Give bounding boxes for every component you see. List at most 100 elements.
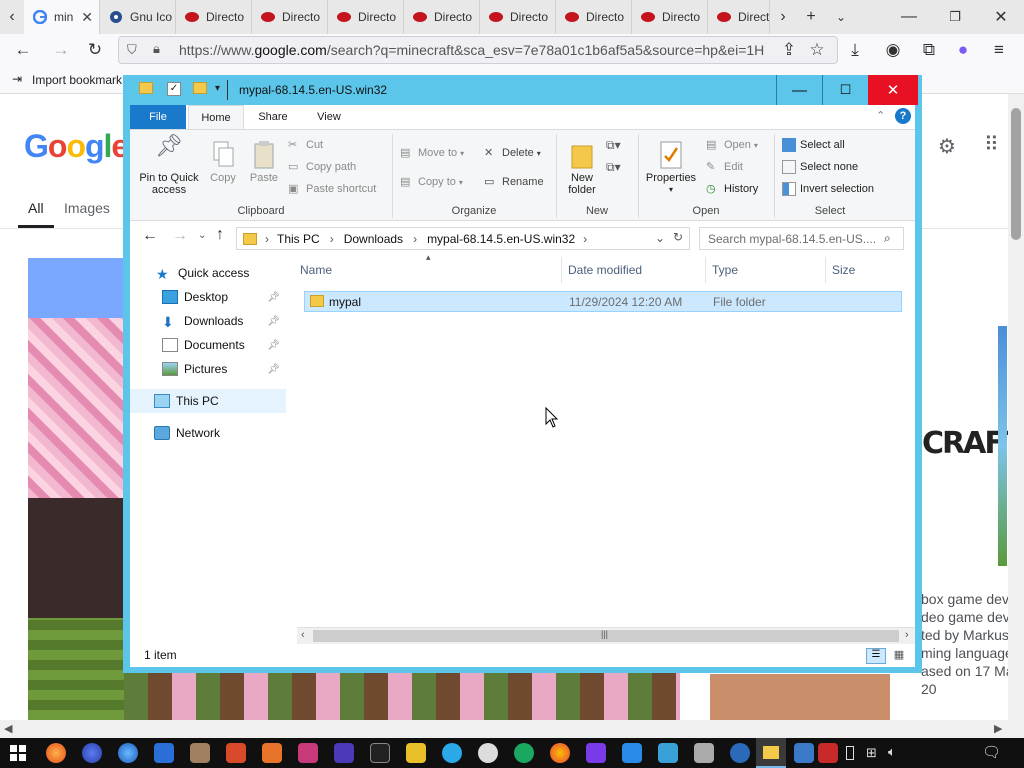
apps-grid-icon[interactable]: ⠿ [984,132,999,157]
scroll-left-icon[interactable]: ‹ [301,629,305,641]
browser-tab-directory[interactable]: Direct [708,0,770,34]
recent-locations-icon[interactable]: ⌄ [198,230,206,241]
close-window-button[interactable]: ✕ [868,75,918,105]
new-folder-button[interactable]: New folder [562,140,602,196]
nav-documents[interactable]: Documents 📌︎ [162,333,286,357]
browser-icon[interactable] [262,743,282,763]
app-icon[interactable] [478,743,498,763]
maximize-window-button[interactable]: ☐ [822,75,868,105]
rename-button[interactable]: ▭ Rename [484,175,544,189]
google-tab-images[interactable]: Images [64,200,110,216]
app-icon[interactable] [658,743,678,763]
page-horizontal-scrollbar[interactable]: ◀ ▶ [0,720,1024,738]
nav-this-pc[interactable]: This PC [130,389,286,413]
nav-quick-access[interactable]: ★ Quick access [156,261,286,285]
scrollbar-thumb[interactable]: ||| [313,629,899,642]
column-header-type[interactable]: Type [706,257,826,283]
select-all-button[interactable]: Select all [782,138,845,152]
copy-to-button[interactable]: ▤ Copy to ▾ [400,175,463,189]
nav-desktop[interactable]: Desktop 📌︎ [162,285,286,309]
browser-tab-directory[interactable]: Directo [252,0,328,34]
customize-toolbar-icon[interactable]: ▾ [215,83,220,94]
back-button[interactable]: ← [10,38,36,62]
extensions-icon[interactable]: ⧉ [916,38,942,62]
scroll-right-icon[interactable]: › [905,629,909,641]
paste-shortcut-button[interactable]: ▣ Paste shortcut [288,182,376,196]
browser-tab-directory[interactable]: Directo [480,0,556,34]
import-bookmarks-link[interactable]: Import bookmark [32,73,122,87]
breadcrumb-chevron-icon[interactable]: › [413,232,417,246]
tab-share[interactable]: Share [246,105,300,129]
notifications-icon[interactable]: 🗨︎ [982,743,1001,761]
browser-tab-directory[interactable]: Directo [404,0,480,34]
explorer-title-bar[interactable]: ✓ ▾ mypal-68.14.5.en-US.win32 — ☐ ✕ [123,75,922,105]
tab-home[interactable]: Home [188,105,244,129]
app-icon[interactable] [694,743,714,763]
move-to-button[interactable]: ▤ Move to ▾ [400,146,464,160]
column-header-size[interactable]: Size [826,257,906,283]
minecraft-image-left[interactable] [28,258,124,720]
search-box[interactable]: Search mypal-68.14.5.en-US.... ⌕ [699,227,904,250]
breadcrumb-chevron-icon[interactable]: › [330,232,334,246]
back-arrow-icon[interactable]: ← [142,227,158,245]
invert-selection-button[interactable]: Invert selection [782,182,874,196]
tab-view[interactable]: View [302,105,356,129]
palemoon-icon[interactable] [190,743,210,763]
chrome-icon[interactable] [550,743,570,763]
defender-icon[interactable] [818,743,838,763]
app-icon[interactable] [586,743,606,763]
reload-button[interactable]: ↻ [82,38,108,62]
refresh-icon[interactable]: ↻ [673,230,683,244]
pin-icon[interactable]: 📌︎ [267,340,280,351]
bookmark-star-icon[interactable]: ☆ [804,38,830,62]
open-button[interactable]: ▤ Open ▾ [706,138,758,152]
browser-tab-google[interactable]: min ✕ [24,0,100,34]
url-bar[interactable]: ⛉ 🔒︎ https://www. google.com/search?q=min… [118,36,838,64]
tabs-scroll-left-button[interactable]: ‹ [0,0,24,34]
scroll-right-icon[interactable]: ▶ [994,722,1002,735]
forward-arrow-icon[interactable]: → [172,227,188,245]
file-row[interactable]: mypal 11/29/2024 12:20 AM File folder [304,291,902,312]
delete-button[interactable]: ✕ Delete ▾ [484,146,541,160]
breadcrumb-this-pc[interactable]: This PC [277,232,320,246]
volume-muted-icon[interactable]: 🔈︎ [888,744,896,760]
browser-tab-directory[interactable]: Directo [328,0,404,34]
firefox-icon[interactable] [46,743,66,763]
pin-icon[interactable]: 📌︎ [267,364,280,375]
new-tab-button[interactable]: + [796,0,826,34]
network-tray-icon[interactable]: ⊞ [866,745,877,761]
easy-access-icon[interactable]: ⧉▾ [606,160,621,175]
page-scrollbar[interactable] [1008,94,1024,720]
app-icon[interactable] [622,743,642,763]
copy-path-button[interactable]: ▭ Copy path [288,160,356,174]
column-header-date[interactable]: Date modified [562,257,706,283]
new-item-icon[interactable]: ⧉▾ [606,138,621,153]
z-app-icon[interactable] [370,743,390,763]
large-icons-view-icon[interactable]: ▦ [890,648,908,664]
up-arrow-icon[interactable]: ↑ [216,226,224,244]
browser-icon[interactable] [226,743,246,763]
browser-tab-directory[interactable]: Directo [556,0,632,34]
browser-tab-directory[interactable]: Directo [632,0,708,34]
minecraft-image-right[interactable] [710,674,890,720]
details-view-icon[interactable]: ☰ [866,648,886,664]
scroll-left-icon[interactable]: ◀ [4,722,12,735]
minimize-browser-button[interactable]: — [886,0,932,34]
browser-icon[interactable] [298,743,318,763]
usb-icon[interactable] [846,746,854,760]
lock-icon[interactable]: 🔒︎ [153,41,160,57]
windows-start-icon[interactable] [10,745,26,761]
minimize-window-button[interactable]: — [776,75,822,105]
waterfox-icon[interactable] [154,743,174,763]
nav-network[interactable]: Network [154,421,286,445]
browser-icon[interactable] [334,743,354,763]
breadcrumb-chevron-icon[interactable]: › [265,232,269,246]
cut-button[interactable]: ✂ Cut [288,138,323,152]
file-pane-horizontal-scrollbar[interactable]: ‹ ||| › [297,627,915,644]
address-bar[interactable]: › This PC › Downloads › mypal-68.14.5.en… [236,227,690,250]
pin-icon[interactable]: 📌︎ [267,316,280,327]
forward-button[interactable]: → [48,38,74,62]
address-history-icon[interactable]: ⌄ [655,231,665,245]
tabs-scroll-right-button[interactable]: › [770,0,796,34]
breadcrumb-downloads[interactable]: Downloads [344,232,403,246]
